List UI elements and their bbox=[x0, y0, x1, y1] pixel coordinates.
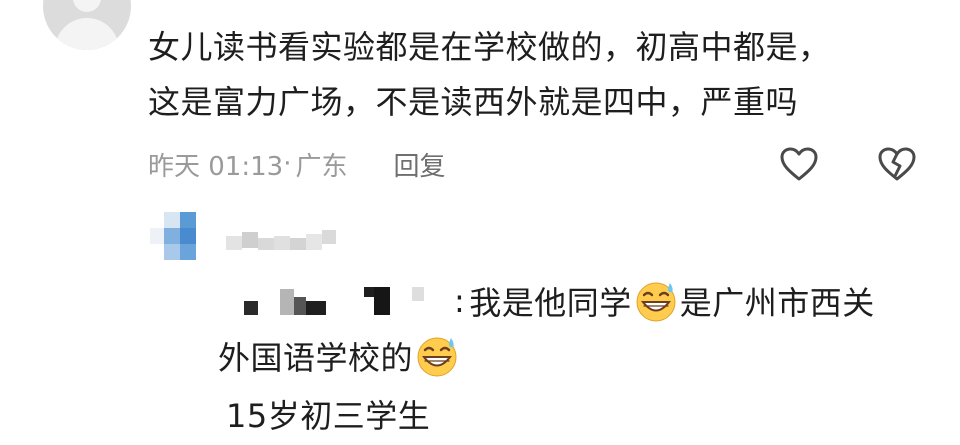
comment-timestamp: 昨天 01:13 bbox=[148, 151, 284, 182]
meta-separator: · bbox=[283, 149, 292, 179]
heart-outline-icon bbox=[780, 147, 818, 181]
comment-body: 女儿读书看实验都是在学校做的，初高中都是， 这是富力广场，不是读西外就是四中，严… bbox=[148, 20, 948, 130]
comment-meta: 昨天 01:13 · 广东 回复 bbox=[148, 144, 446, 184]
reply-line-3-text: 15岁初三学生 bbox=[226, 397, 431, 435]
reply-colon: : bbox=[454, 282, 466, 320]
grinning-sweat-emoji-icon bbox=[636, 282, 676, 322]
reply-line-3: 15岁初三学生 bbox=[226, 388, 430, 440]
reply-text-part-2: 是广州市西关 bbox=[679, 284, 875, 322]
broken-heart-icon bbox=[878, 147, 916, 181]
commenter-avatar[interactable] bbox=[43, 0, 131, 50]
reply-button[interactable]: 回复 bbox=[393, 146, 445, 183]
reply-line-2-text: 外国语学校的 bbox=[218, 339, 414, 377]
mentioned-user-blurred[interactable] bbox=[244, 281, 454, 321]
reply-avatar[interactable] bbox=[150, 212, 196, 260]
reply-line-1: : 我是他同学 是广州市西关 bbox=[244, 275, 875, 327]
avatar-body-shape bbox=[55, 18, 119, 50]
reply-text-part-1: 我是他同学 bbox=[469, 284, 632, 322]
avatar-head-shape bbox=[73, 0, 101, 12]
grinning-sweat-emoji-icon bbox=[417, 337, 457, 377]
comment-location: 广东 bbox=[295, 151, 348, 182]
comment-line-2: 这是富力广场，不是读西外就是四中，严重吗 bbox=[148, 83, 799, 121]
like-button[interactable] bbox=[778, 144, 820, 184]
dislike-button[interactable] bbox=[876, 144, 918, 184]
reply-line-2: 外国语学校的 bbox=[218, 330, 461, 382]
reply-username-blurred[interactable] bbox=[226, 226, 338, 256]
comment-line-1: 女儿读书看实验都是在学校做的，初高中都是， bbox=[148, 28, 831, 66]
